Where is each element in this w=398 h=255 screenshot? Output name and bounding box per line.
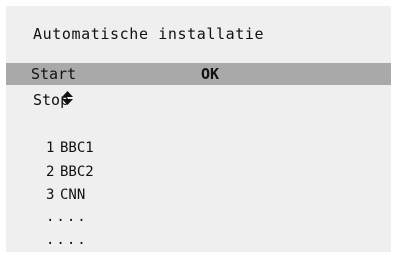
channel-list: 1 BBC1 2 BBC2 3 CNN .... .... xyxy=(46,137,94,252)
channel-number: 1 xyxy=(46,140,55,156)
channel-number: 3 xyxy=(46,187,55,203)
menu-item-label: Start xyxy=(31,65,77,83)
more-items-placeholder: .... xyxy=(46,208,88,225)
channel-name: BBC1 xyxy=(60,140,94,156)
menu-item-stop[interactable]: Stop xyxy=(6,89,391,111)
menu-item-start[interactable]: Start OK xyxy=(6,63,391,105)
channel-name: CNN xyxy=(60,187,86,203)
list-item: 2 BBC2 xyxy=(46,161,94,185)
list-item: 3 CNN xyxy=(46,184,94,208)
channel-number: 2 xyxy=(46,163,55,180)
status-text: OK xyxy=(201,65,220,83)
page-title: Automatische installatie xyxy=(33,25,265,43)
more-items-placeholder: .... xyxy=(46,232,88,248)
menu-item-label: Stop xyxy=(33,91,70,109)
channel-name: BBC2 xyxy=(60,163,94,180)
list-item: 1 BBC1 xyxy=(46,137,94,161)
installation-screen: Automatische installatie Start OK Stop 1… xyxy=(6,6,391,252)
up-down-arrows-icon xyxy=(8,67,74,105)
